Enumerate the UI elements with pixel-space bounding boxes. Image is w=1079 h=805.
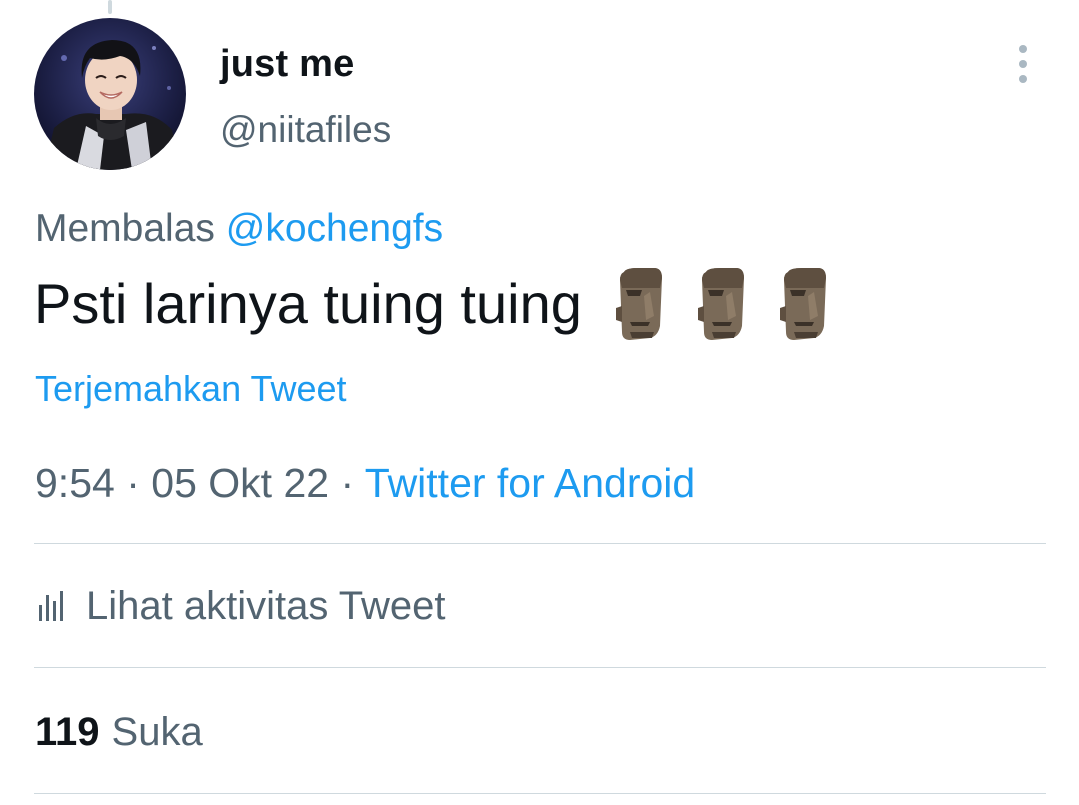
more-dot-icon [1019,75,1027,83]
tweet-date[interactable]: 05 Okt 22 [151,460,329,506]
meta-separator: · [126,460,140,506]
tweet-activity-button[interactable]: Lihat aktivitas Tweet [38,580,445,632]
likes-label: Suka [111,710,203,754]
divider [34,793,1046,794]
moai-icon [697,268,744,340]
likes-count: 119 [35,710,100,754]
tweet-metadata: 9:54 · 05 Okt 22 · Twitter for Android [35,456,695,510]
moai-icon [615,268,662,340]
tweet-text: Psti larinya tuing tuing [34,272,582,335]
author-handle[interactable]: @niitafiles [220,106,391,154]
tweet-body: Psti larinya tuing tuing [34,266,834,342]
author-display-name[interactable]: just me [220,40,354,88]
translate-tweet-link[interactable]: Terjemahkan Tweet [35,364,347,414]
divider [34,667,1046,668]
more-dot-icon [1019,60,1027,68]
likes-stat[interactable]: 119 Suka [35,706,203,758]
tweet-source-link[interactable]: Twitter for Android [365,460,695,506]
tweet-detail: just me @niitafiles Membalas @kochengfs … [0,0,1079,805]
moai-icon [779,268,826,340]
more-options-button[interactable] [1006,40,1040,88]
tweet-activity-label: Lihat aktivitas Tweet [86,584,446,628]
avatar[interactable] [34,18,186,170]
divider [34,543,1046,544]
reply-prefix: Membalas [35,207,215,250]
emoji-group [610,266,834,342]
reply-mention-link[interactable]: @kochengfs [226,207,443,250]
more-dot-icon [1019,45,1027,53]
analytics-bars-icon [39,591,63,621]
reply-context: Membalas @kochengfs [35,204,443,254]
thread-connector-line [108,0,112,14]
tweet-time[interactable]: 9:54 [35,460,115,506]
meta-separator: · [340,460,355,506]
